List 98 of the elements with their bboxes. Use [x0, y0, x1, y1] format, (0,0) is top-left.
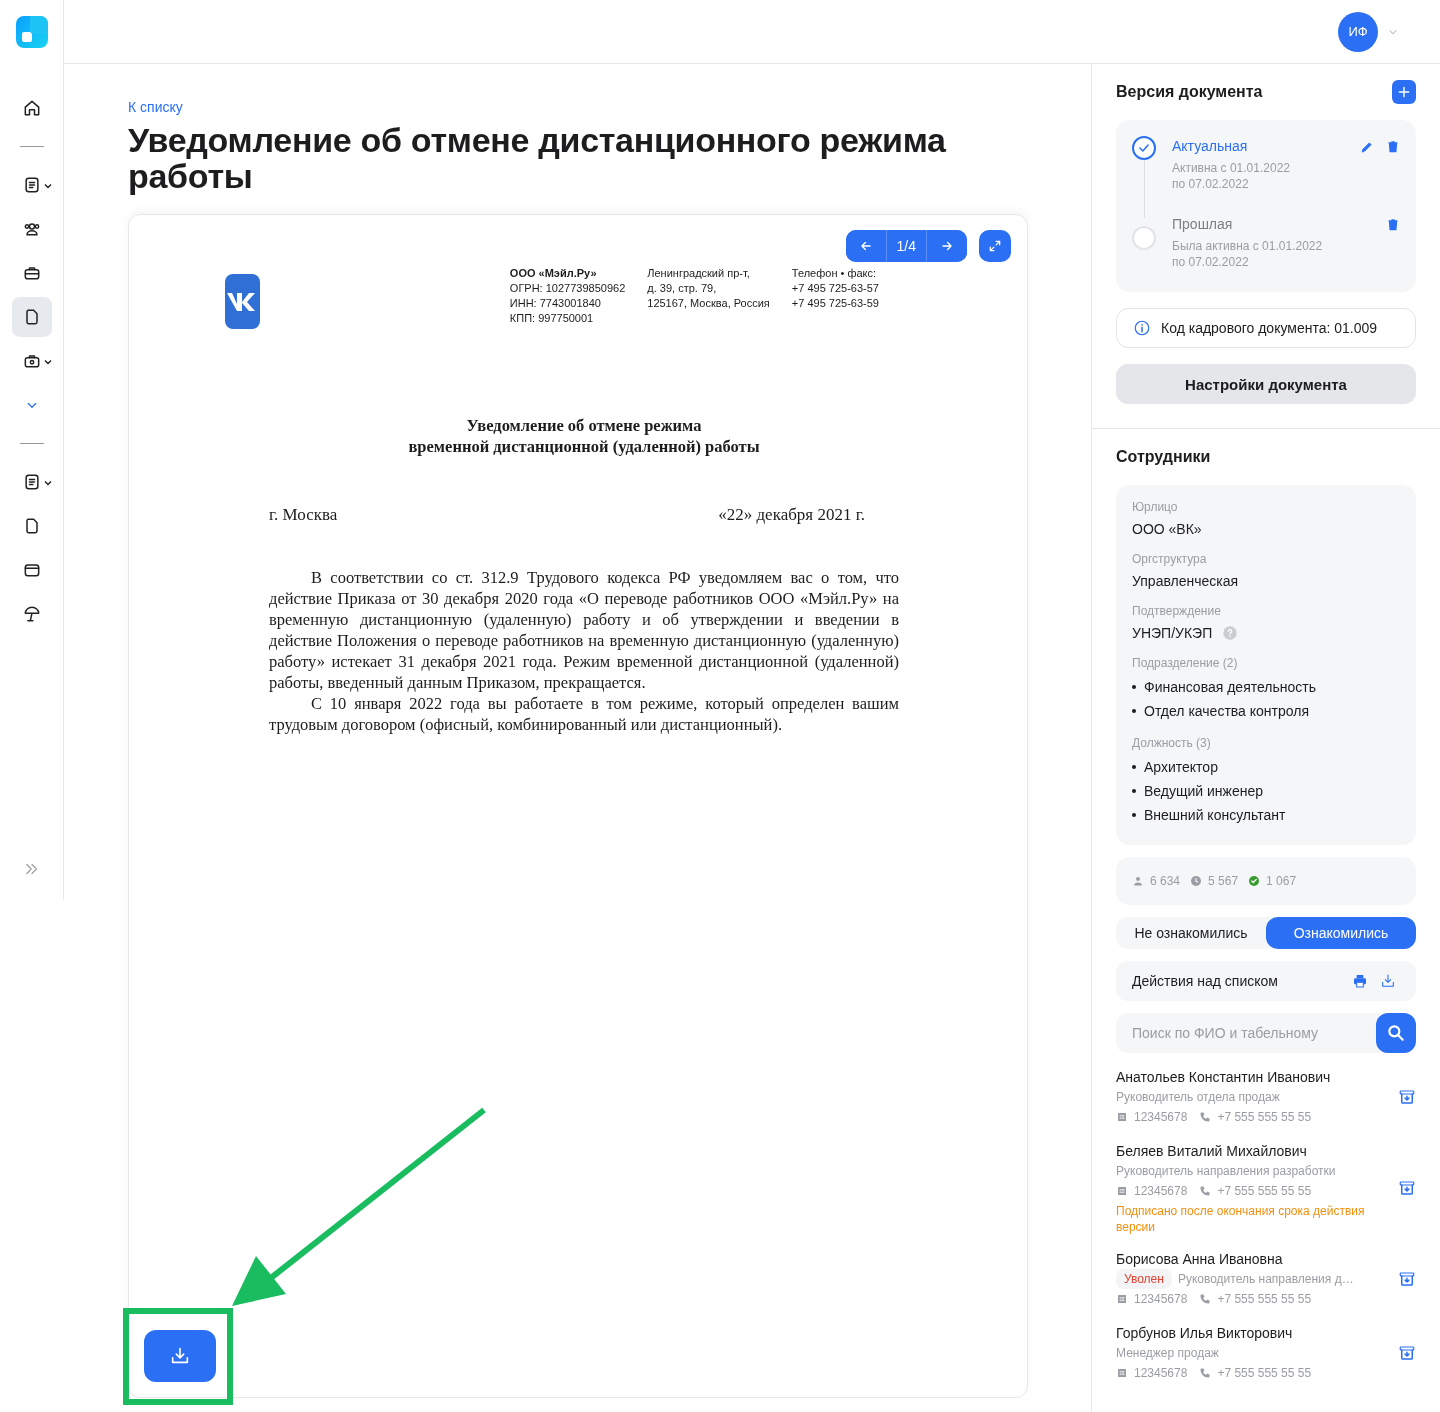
stat-count: 1 067 — [1266, 874, 1297, 888]
back-link[interactable]: К списку — [128, 99, 183, 115]
print-icon[interactable] — [1352, 973, 1368, 989]
letterhead-text: Телефон • факс: — [791, 266, 878, 281]
download-button[interactable] — [144, 1330, 216, 1382]
document-heading: временной дистанционной (удаленной) работы — [407, 436, 761, 457]
pencil-icon[interactable] — [1360, 140, 1374, 154]
warning-note: Подписано после окончания срока действия версии — [1116, 1203, 1366, 1235]
arrow-left-icon — [858, 239, 873, 253]
field-value: Управленческая — [1132, 572, 1240, 591]
app-logo[interactable] — [15, 16, 48, 48]
archive-download-icon[interactable] — [1398, 1270, 1416, 1288]
user-avatar[interactable]: ИФ — [1338, 11, 1378, 52]
letterhead-text: 125167, Москва, Россия — [647, 296, 770, 311]
id-card-icon — [1116, 1185, 1128, 1197]
employee-position: Руководитель направления д… — [1177, 1271, 1354, 1288]
employee-position: Руководитель направления разработки — [1116, 1163, 1336, 1180]
letterhead-text: +7 495 725-63-57 — [791, 281, 879, 296]
checkmark-icon — [1137, 141, 1151, 155]
employee-number: 12345678 — [1134, 1183, 1188, 1200]
version-name[interactable]: Прошлая — [1172, 212, 1370, 236]
archive-download-icon[interactable] — [1398, 1344, 1416, 1362]
status-badge: Уволен — [1116, 1269, 1172, 1289]
employee-name[interactable]: Горбунов Илья Викторович — [1116, 1323, 1390, 1343]
plus-icon — [1397, 85, 1411, 99]
phone-icon — [1199, 1111, 1212, 1123]
document-city: г. Москва — [269, 505, 338, 525]
letterhead-text: Ленинградский пр-т, — [647, 266, 751, 281]
id-card-icon — [1116, 1367, 1128, 1379]
clock-icon — [1190, 875, 1203, 887]
trash-icon[interactable] — [1386, 140, 1400, 154]
list-item-text: Архитектор — [1144, 758, 1218, 777]
version-dates: Была активна с 01.01.2022 по 07.02.2022 — [1172, 238, 1324, 270]
field-label: Должность (3) — [1132, 735, 1212, 751]
filter-tab[interactable]: Не ознакомились — [1116, 917, 1266, 949]
employee-name[interactable]: Анатольев Константин Иванович — [1116, 1067, 1390, 1087]
letterhead-text: +7 495 725-63-59 — [791, 296, 879, 311]
document-code: Код кадрового документа: 01.009 — [1161, 320, 1378, 336]
section-title: Сотрудники — [1116, 447, 1212, 467]
list-item-text: Отдел качества контроля — [1144, 702, 1309, 721]
list-actions-label: Действия над списком — [1132, 973, 1279, 989]
employee-phone: +7 555 555 55 55 — [1217, 1109, 1312, 1126]
employee-position: Менеджер продаж — [1116, 1345, 1219, 1362]
letterhead-text: ОГРН: 1027739850962 — [509, 281, 626, 296]
phone-icon — [1199, 1185, 1212, 1197]
letterhead-text: ООО «Мэйл.Ру» — [509, 266, 598, 281]
document-paragraph: В соответствии со ст. 312.9 Трудового кодекса РФ уведомляем вас о том, что действие Приказа от 30 декабря 2020 года «О переводе работников ООО «Мэйл.Ру» на временную дистанционную (удаленную) работу и об утверждении и введении в действие Положения о переводе работников на временную дистанционную (удаленную) работу» истекает 31 декабря 2021 года. Режим временной дистанционной (удаленной) работы, введенный данным Приказом, прекращается. — [269, 567, 899, 693]
employee-number: 12345678 — [1134, 1291, 1188, 1308]
trash-icon[interactable] — [1386, 218, 1400, 232]
search-field[interactable]: Поиск по ФИО и табельному — [1116, 1013, 1380, 1053]
stat-count: 6 634 — [1150, 874, 1181, 888]
field-label: Подтверждение — [1132, 603, 1222, 619]
field-value: УНЭП/УКЭП — [1132, 624, 1213, 643]
id-card-icon — [1116, 1111, 1128, 1123]
fullscreen-button[interactable] — [979, 230, 1011, 262]
version-dates: Активна с 01.01.2022 по 07.02.2022 — [1172, 160, 1291, 192]
download-icon[interactable] — [1380, 973, 1396, 989]
search-icon — [1386, 1023, 1406, 1043]
list-item-text: Финансовая деятельность — [1144, 678, 1316, 697]
field-value: ООО «ВК» — [1132, 520, 1203, 539]
field-label: Подразделение (2) — [1132, 655, 1239, 671]
page-title: Уведомление об отмене дистанционного режима работы — [128, 122, 947, 194]
field-label: Оргструктура — [1132, 551, 1208, 567]
info-icon — [1133, 319, 1151, 337]
employee-phone: +7 555 555 55 55 — [1217, 1365, 1312, 1382]
phone-icon — [1199, 1293, 1212, 1305]
document-date: «22» декабря 2021 г. — [718, 505, 865, 525]
field-label: Юрлицо — [1132, 499, 1179, 515]
document-heading: Уведомление об отмене режима — [465, 415, 703, 436]
expand-icon — [988, 239, 1002, 253]
letterhead-text: КПП: 997750001 — [509, 311, 595, 326]
id-card-icon — [1116, 1293, 1128, 1305]
employee-position: Руководитель отдела продаж — [1116, 1089, 1280, 1106]
letterhead-text: ИНН: 7743001840 — [509, 296, 602, 311]
version-name[interactable]: Актуальная — [1172, 134, 1344, 158]
employee-phone: +7 555 555 55 55 — [1217, 1291, 1312, 1308]
archive-download-icon[interactable] — [1398, 1179, 1416, 1197]
employee-number: 12345678 — [1134, 1365, 1188, 1382]
filter-tab[interactable]: Ознакомились — [1266, 917, 1416, 949]
document-settings-button[interactable]: Настройки документа — [1116, 364, 1416, 404]
document-paragraph: С 10 января 2022 года вы работаете в том режиме, который определен вашим трудовым договором (офисный, комбинированный или дистанционный). — [269, 693, 899, 735]
check-circle-icon — [1248, 875, 1261, 887]
list-item-text: Ведущий инженер — [1144, 782, 1264, 801]
person-icon — [1132, 875, 1144, 887]
add-version-button[interactable] — [1392, 80, 1416, 104]
stat-count: 5 567 — [1208, 874, 1239, 888]
employee-name[interactable]: Борисова Анна Ивановна — [1116, 1249, 1390, 1269]
archive-download-icon[interactable] — [1398, 1088, 1416, 1106]
phone-icon — [1199, 1367, 1212, 1379]
letterhead-text: д. 39, стр. 79, — [647, 281, 718, 296]
arrow-right-icon — [940, 239, 954, 253]
employee-number: 12345678 — [1134, 1109, 1188, 1126]
employee-phone: +7 555 555 55 55 — [1217, 1183, 1312, 1200]
section-title: Версия документа — [1116, 82, 1263, 102]
sidebar-item[interactable] — [11, 297, 52, 337]
list-item-text: Внешний консультант — [1144, 806, 1286, 825]
employee-name[interactable]: Беляев Виталий Михайлович — [1116, 1141, 1390, 1161]
version-radio[interactable] — [1132, 136, 1156, 160]
